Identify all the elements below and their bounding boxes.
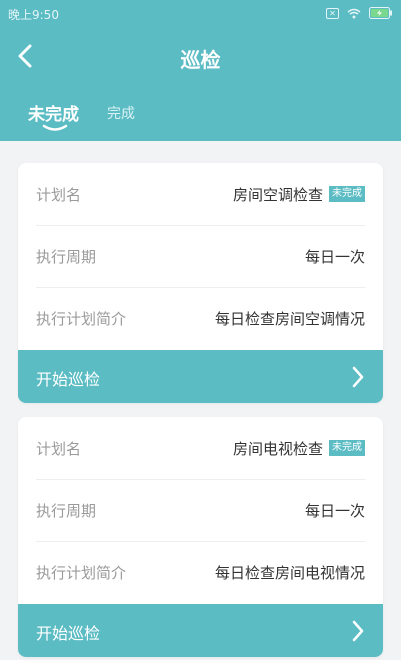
chevron-right-icon <box>352 366 364 388</box>
tab-incomplete[interactable]: 未完成 <box>28 100 79 125</box>
status-bar: 晚上9:50 ✕ <box>0 0 401 28</box>
intro-value: 每日检查房间电视情况 <box>214 563 365 582</box>
plan-name-label: 计划名 <box>36 439 82 458</box>
status-time: 晚上9:50 <box>8 8 59 22</box>
page-title: 巡检 <box>180 48 221 72</box>
header: 晚上9:50 ✕ 巡检 未完成 完成 <box>0 0 401 141</box>
plan-name-value: 房间电视检查 未完成 <box>233 438 365 459</box>
start-inspection-label: 开始巡检 <box>36 624 101 643</box>
start-inspection-button[interactable]: 开始巡检 <box>18 604 383 657</box>
wifi-icon <box>347 8 361 19</box>
cycle-value: 每日一次 <box>304 501 365 520</box>
battery-icon <box>369 7 393 19</box>
intro-row: 执行计划简介 每日检查房间电视情况 <box>36 541 365 603</box>
intro-value: 每日检查房间空调情况 <box>214 309 365 328</box>
chevron-right-icon <box>352 620 364 642</box>
cycle-row: 执行周期 每日一次 <box>36 479 365 541</box>
tab-complete[interactable]: 完成 <box>107 103 135 123</box>
cycle-label: 执行周期 <box>36 501 97 520</box>
plan-name-label: 计划名 <box>36 185 82 204</box>
start-inspection-button[interactable]: 开始巡检 <box>18 350 383 403</box>
intro-label: 执行计划简介 <box>36 309 127 328</box>
plan-name-value: 房间空调检查 未完成 <box>233 184 365 205</box>
inspection-card: 计划名 房间电视检查 未完成 执行周期 每日一次 执行计划简介 每日检查房间电视… <box>18 417 383 657</box>
tab-indicator <box>42 124 68 131</box>
cycle-label: 执行周期 <box>36 247 97 266</box>
intro-label: 执行计划简介 <box>36 563 127 582</box>
status-badge: 未完成 <box>329 186 365 202</box>
sim-icon: ✕ <box>326 7 339 19</box>
status-icons: ✕ <box>326 5 393 21</box>
cycle-row: 执行周期 每日一次 <box>36 225 365 287</box>
plan-name-text: 房间空调检查 <box>232 185 323 204</box>
plan-name-text: 房间电视检查 <box>232 439 323 458</box>
plan-name-row: 计划名 房间电视检查 未完成 <box>36 417 365 479</box>
status-badge: 未完成 <box>329 440 365 456</box>
intro-row: 执行计划简介 每日检查房间空调情况 <box>36 287 365 349</box>
tab-bar: 未完成 完成 <box>0 100 401 140</box>
plan-name-row: 计划名 房间空调检查 未完成 <box>36 163 365 225</box>
start-inspection-label: 开始巡检 <box>36 370 101 389</box>
cycle-value: 每日一次 <box>304 247 365 266</box>
inspection-card: 计划名 房间空调检查 未完成 执行周期 每日一次 执行计划简介 每日检查房间空调… <box>18 163 383 403</box>
